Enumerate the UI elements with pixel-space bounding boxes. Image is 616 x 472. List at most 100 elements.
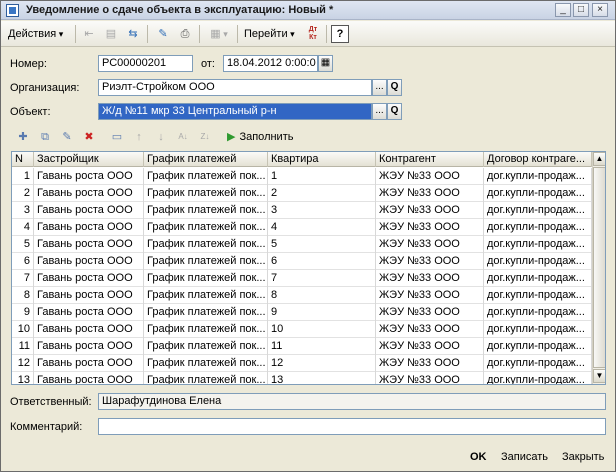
cell-n[interactable]: 11 (12, 338, 34, 355)
sort-desc-icon[interactable]: Z↓ (197, 129, 213, 145)
cell-counterparty[interactable]: ЖЭУ №33 ООО (376, 270, 484, 287)
print-icon[interactable]: ⎙ (176, 25, 194, 43)
cell-contract[interactable]: дог.купли-продаж... (484, 168, 592, 185)
cell-contract[interactable]: дог.купли-продаж... (484, 236, 592, 253)
cell-n[interactable]: 2 (12, 185, 34, 202)
post-document-icon[interactable]: ✎ (154, 25, 172, 43)
table-row[interactable]: 4 Гавань роста ООО График платежей пок... 4… (12, 219, 592, 236)
table-row[interactable]: 5 Гавань роста ООО График платежей пок... 5… (12, 236, 592, 253)
cell-contract[interactable]: дог.купли-продаж... (484, 253, 592, 270)
cell-payment-schedule[interactable]: График платежей пок... (144, 304, 268, 321)
back-icon[interactable]: ⇤ (80, 25, 98, 43)
cell-payment-schedule[interactable]: График платежей пок... (144, 185, 268, 202)
refresh-icon[interactable]: ⇆ (124, 25, 142, 43)
cell-payment-schedule[interactable]: График платежей пок... (144, 270, 268, 287)
cell-contract[interactable]: дог.купли-продаж... (484, 185, 592, 202)
cell-payment-schedule[interactable]: График платежей пок... (144, 219, 268, 236)
cell-developer[interactable]: Гавань роста ООО (34, 185, 144, 202)
table-row[interactable]: 7 Гавань роста ООО График платежей пок... 7… (12, 270, 592, 287)
cell-payment-schedule[interactable]: График платежей пок... (144, 168, 268, 185)
cell-payment-schedule[interactable]: График платежей пок... (144, 321, 268, 338)
cell-n[interactable]: 13 (12, 372, 34, 384)
table-row[interactable]: 6 Гавань роста ООО График платежей пок... 6… (12, 253, 592, 270)
copy-row-icon[interactable]: ⧉ (37, 129, 53, 145)
save-button[interactable]: Записать (501, 449, 548, 465)
cell-developer[interactable]: Гавань роста ООО (34, 372, 144, 384)
cell-apartment[interactable]: 3 (268, 202, 376, 219)
cell-n[interactable]: 9 (12, 304, 34, 321)
cell-developer[interactable]: Гавань роста ООО (34, 236, 144, 253)
cell-developer[interactable]: Гавань роста ООО (34, 253, 144, 270)
cell-apartment[interactable]: 7 (268, 270, 376, 287)
cell-apartment[interactable]: 4 (268, 219, 376, 236)
edit-row-icon[interactable]: ✎ (59, 129, 75, 145)
scroll-thumb[interactable] (593, 167, 605, 368)
cell-payment-schedule[interactable]: График платежей пок... (144, 253, 268, 270)
cell-counterparty[interactable]: ЖЭУ №33 ООО (376, 253, 484, 270)
vertical-scrollbar[interactable]: ▲ ▼ (592, 152, 605, 384)
cell-counterparty[interactable]: ЖЭУ №33 ООО (376, 372, 484, 384)
date-field[interactable]: 18.04.2012 0:00:0 (223, 55, 318, 72)
object-select-button[interactable]: ... (372, 103, 387, 120)
column-header-developer[interactable]: Застройщик (34, 152, 144, 167)
cell-n[interactable]: 5 (12, 236, 34, 253)
minimize-button[interactable]: _ (555, 3, 571, 17)
comment-field[interactable] (98, 418, 606, 435)
end-edit-icon[interactable]: ▭ (109, 129, 125, 145)
cell-payment-schedule[interactable]: График платежей пок... (144, 236, 268, 253)
number-field[interactable]: РС00000201 (98, 55, 193, 72)
column-header-contract[interactable]: Договор контраге... (484, 152, 592, 167)
list-icon[interactable]: ▤ (102, 25, 120, 43)
cell-n[interactable]: 6 (12, 253, 34, 270)
column-header-counterparty[interactable]: Контрагент (376, 152, 484, 167)
cell-payment-schedule[interactable]: График платежей пок... (144, 372, 268, 384)
cell-n[interactable]: 7 (12, 270, 34, 287)
cell-contract[interactable]: дог.купли-продаж... (484, 287, 592, 304)
ok-button[interactable]: OK (470, 449, 487, 465)
cell-counterparty[interactable]: ЖЭУ №33 ООО (376, 185, 484, 202)
cell-contract[interactable]: дог.купли-продаж... (484, 355, 592, 372)
add-row-icon[interactable]: ✚ (15, 129, 31, 145)
scroll-down-icon[interactable]: ▼ (593, 369, 605, 383)
delete-row-icon[interactable]: ✖ (81, 129, 97, 145)
cell-payment-schedule[interactable]: График платежей пок... (144, 287, 268, 304)
responsible-field[interactable]: Шарафутдинова Елена (98, 393, 606, 410)
table-row[interactable]: 12 Гавань роста ООО График платежей пок...… (12, 355, 592, 372)
help-button[interactable]: ? (331, 25, 349, 43)
cell-apartment[interactable]: 8 (268, 287, 376, 304)
cell-contract[interactable]: дог.купли-продаж... (484, 270, 592, 287)
scroll-up-icon[interactable]: ▲ (593, 152, 605, 166)
cell-n[interactable]: 12 (12, 355, 34, 372)
cell-apartment[interactable]: 12 (268, 355, 376, 372)
column-header-n[interactable]: N (12, 152, 34, 167)
cell-developer[interactable]: Гавань роста ООО (34, 321, 144, 338)
object-field[interactable]: Ж/д №11 мкр 33 Центральный р-н (98, 103, 372, 120)
cell-counterparty[interactable]: ЖЭУ №33 ООО (376, 287, 484, 304)
table-row[interactable]: 3 Гавань роста ООО График платежей пок... 3… (12, 202, 592, 219)
organization-field[interactable]: Риэлт-Стройком ООО (98, 79, 372, 96)
cell-contract[interactable]: дог.купли-продаж... (484, 372, 592, 384)
organization-select-button[interactable]: ... (372, 79, 387, 96)
cell-developer[interactable]: Гавань роста ООО (34, 304, 144, 321)
cell-payment-schedule[interactable]: График платежей пок... (144, 355, 268, 372)
cell-apartment[interactable]: 1 (268, 168, 376, 185)
maximize-button[interactable]: □ (573, 3, 589, 17)
cell-counterparty[interactable]: ЖЭУ №33 ООО (376, 338, 484, 355)
move-down-icon[interactable]: ↓ (153, 129, 169, 145)
calendar-icon[interactable]: ▦ (318, 55, 333, 72)
cell-payment-schedule[interactable]: График платежей пок... (144, 202, 268, 219)
cell-developer[interactable]: Гавань роста ООО (34, 219, 144, 236)
cell-counterparty[interactable]: ЖЭУ №33 ООО (376, 321, 484, 338)
cell-counterparty[interactable]: ЖЭУ №33 ООО (376, 304, 484, 321)
sort-asc-icon[interactable]: A↓ (175, 129, 191, 145)
cell-developer[interactable]: Гавань роста ООО (34, 355, 144, 372)
cell-n[interactable]: 10 (12, 321, 34, 338)
cell-n[interactable]: 3 (12, 202, 34, 219)
cell-contract[interactable]: дог.купли-продаж... (484, 219, 592, 236)
table-row[interactable]: 8 Гавань роста ООО График платежей пок... 8… (12, 287, 592, 304)
close-window-button[interactable]: × (592, 3, 608, 17)
cell-counterparty[interactable]: ЖЭУ №33 ООО (376, 168, 484, 185)
cell-developer[interactable]: Гавань роста ООО (34, 270, 144, 287)
table-row[interactable]: 13 Гавань роста ООО График платежей пок...… (12, 372, 592, 384)
cell-contract[interactable]: дог.купли-продаж... (484, 338, 592, 355)
